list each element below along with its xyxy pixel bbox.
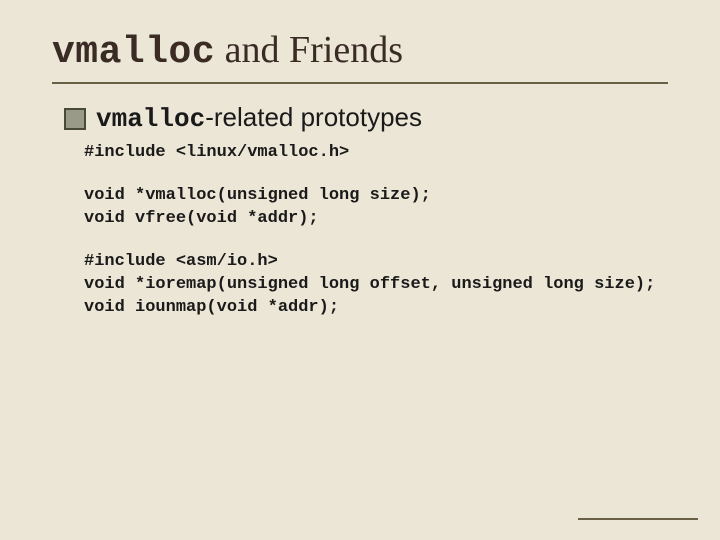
bullet-text: vmalloc-related prototypes <box>96 102 422 134</box>
square-bullet-icon <box>64 108 86 130</box>
code-vmalloc-protos: void *vmalloc(unsigned long size); void … <box>84 185 668 231</box>
title-underline <box>52 82 668 84</box>
bullet-rest: -related prototypes <box>205 102 422 132</box>
slide: vmalloc and Friends vmalloc-related prot… <box>0 0 720 540</box>
bullet-mono: vmalloc <box>96 104 205 134</box>
code-include-vmalloc: #include <linux/vmalloc.h> <box>84 142 668 165</box>
title-rest: and Friends <box>215 29 403 71</box>
code-ioremap-protos: #include <asm/io.h> void *ioremap(unsign… <box>84 251 668 320</box>
slide-title: vmalloc and Friends <box>52 28 668 74</box>
footer-rule <box>578 518 698 520</box>
bullet-item: vmalloc-related prototypes <box>64 102 668 134</box>
title-mono: vmalloc <box>52 31 215 74</box>
